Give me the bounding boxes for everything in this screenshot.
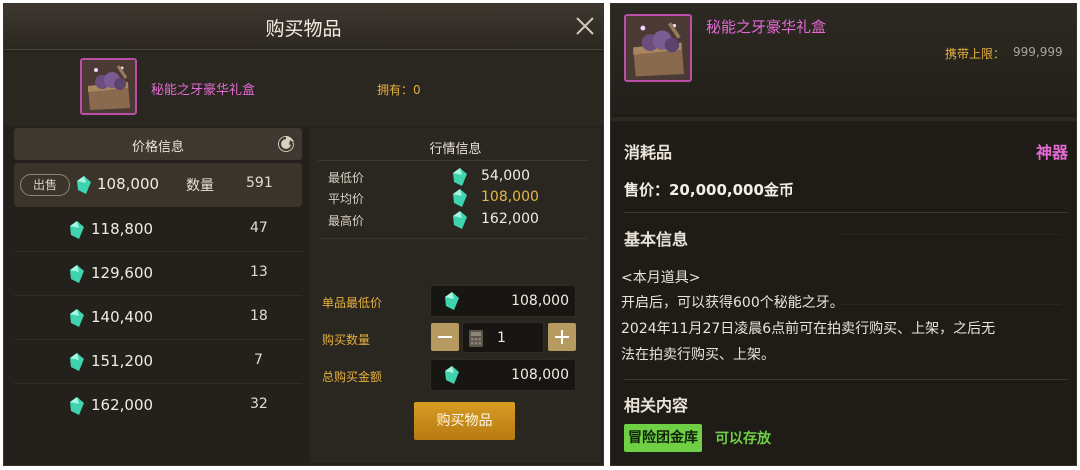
minus-icon[interactable]: [431, 323, 459, 351]
listing-price: 140,400: [91, 308, 154, 326]
owned-count: 拥有：0: [377, 83, 421, 97]
tooltip-item-name: 秘能之牙豪华礼盒: [706, 18, 827, 36]
carry-limit-value: 999,999: [1013, 45, 1063, 59]
total-field: 108,000: [430, 359, 576, 391]
divider: [623, 379, 1068, 380]
plus-icon[interactable]: [548, 323, 576, 351]
divider: [318, 160, 588, 161]
item-tooltip: 秘能之牙豪华礼盒 携带上限： 999,999 消耗品 神器 售价：20,000,…: [610, 3, 1077, 466]
carry-limit-label: 携带上限：: [945, 47, 1006, 61]
listing-price: 162,000: [91, 396, 154, 414]
total-value: 108,000: [511, 367, 569, 383]
listing-price: 108,000: [97, 175, 160, 193]
buy-qty-label: 购买数量: [322, 333, 371, 347]
max-price-label: 最高价: [328, 214, 365, 228]
listing-qty: 13: [250, 264, 268, 280]
unit-price-value: 108,000: [511, 293, 569, 309]
min-price-label: 最低价: [328, 171, 365, 185]
price-info-panel: 价格信息 出售 108,000 数量 591 118,800 47 129,60…: [14, 128, 304, 463]
gem-icon: [70, 221, 84, 239]
price-info-header: 价格信息: [14, 128, 302, 160]
item-summary: 秘能之牙豪华礼盒 拥有：0: [4, 52, 603, 126]
listing-price: 118,800: [91, 220, 154, 238]
storage-status: 可以存放: [715, 431, 771, 447]
market-info-panel: 行情信息 最低价 54,000 平均价 108,000 最高价 162,000 …: [310, 128, 601, 463]
storage-badge: 冒险团金库: [624, 424, 702, 452]
screen: 购买物品 秘能之牙豪华礼盒 拥有：0 价格信息 出售 108,000 数量 59…: [0, 0, 1080, 470]
purchase-dialog: 购买物品 秘能之牙豪华礼盒 拥有：0 价格信息 出售 108,000 数量 59…: [3, 3, 604, 466]
listing-row[interactable]: 118,800 47: [14, 208, 302, 252]
listing-row[interactable]: 出售 108,000 数量 591: [14, 163, 302, 207]
gem-icon: [453, 211, 467, 229]
gem-icon: [70, 265, 84, 283]
gem-icon: [70, 353, 84, 371]
unit-price-field: 108,000: [430, 285, 576, 317]
divider: [611, 117, 1076, 121]
gem-icon: [445, 366, 459, 384]
listing-qty: 7: [254, 352, 263, 368]
gem-icon: [453, 168, 467, 186]
gift-box-icon: [624, 14, 692, 82]
desc-line: <本月道具>: [621, 270, 701, 286]
listing-price: 129,600: [91, 264, 154, 282]
min-price-value: 54,000: [481, 168, 530, 184]
refresh-icon[interactable]: [276, 134, 296, 154]
item-name: 秘能之牙豪华礼盒: [151, 83, 256, 98]
divider: [623, 212, 1068, 213]
buy-button[interactable]: 购买物品: [414, 402, 515, 440]
gem-icon: [70, 397, 84, 415]
listing-row[interactable]: 140,400 18: [14, 296, 302, 340]
desc-line: 2024年11月27日凌晨6点前可在拍卖行购买、上架，之后无: [621, 321, 996, 337]
close-icon[interactable]: [573, 14, 597, 38]
item-grade: 神器: [1035, 143, 1068, 162]
basic-info-title: 基本信息: [624, 230, 689, 249]
related-content-title: 相关内容: [624, 396, 689, 415]
calculator-icon[interactable]: [469, 330, 483, 347]
gem-icon: [453, 189, 467, 207]
listing-qty: 32: [250, 396, 268, 412]
listing-price: 151,200: [91, 352, 154, 370]
listing-qty: 591: [246, 175, 273, 191]
total-label: 总购买金额: [322, 370, 383, 384]
item-category: 消耗品: [624, 143, 673, 162]
gift-box-icon: [80, 58, 137, 115]
gem-icon: [77, 176, 91, 194]
listing-row[interactable]: 162,000 32: [14, 384, 302, 428]
listing-qty: 47: [250, 220, 268, 236]
price-info-title: 价格信息: [131, 140, 184, 155]
background-stripe: [841, 234, 1061, 235]
listing-row[interactable]: 129,600 13: [14, 252, 302, 296]
desc-line: 开启后，可以获得600个秘能之牙。: [621, 295, 844, 311]
quantity-label: 数量: [186, 178, 214, 194]
background-stripe: [841, 304, 1061, 305]
sale-price: 售价：20,000,000金币: [624, 181, 794, 199]
avg-price-label: 平均价: [328, 192, 365, 206]
listing-row[interactable]: 151,200 7: [14, 340, 302, 384]
gem-icon: [445, 292, 459, 310]
gem-icon: [70, 309, 84, 327]
desc-line: 法在拍卖行购买、上架。: [621, 347, 775, 363]
dialog-header: 购买物品: [4, 4, 603, 50]
quantity-stepper[interactable]: 1: [462, 322, 544, 353]
unit-price-label: 单品最低价: [322, 296, 383, 310]
sell-tag: 出售: [20, 174, 70, 196]
max-price-value: 162,000: [481, 211, 539, 227]
dialog-title: 购买物品: [265, 18, 342, 40]
listing-qty: 18: [250, 308, 268, 324]
quantity-value: 1: [497, 330, 506, 346]
divider: [318, 238, 588, 239]
tooltip-header: 秘能之牙豪华礼盒 携带上限： 999,999: [611, 4, 1076, 114]
avg-price-value: 108,000: [481, 189, 539, 205]
market-info-title: 行情信息: [429, 142, 482, 157]
